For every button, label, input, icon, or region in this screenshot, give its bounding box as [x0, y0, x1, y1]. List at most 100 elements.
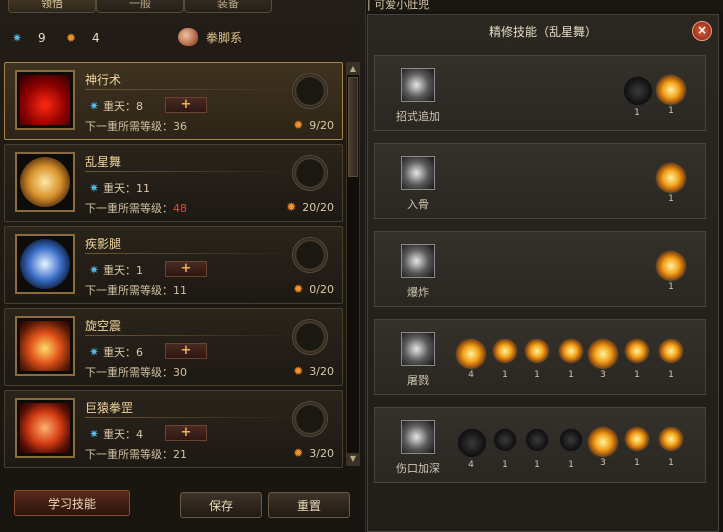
refine-node[interactable]: 1 [623, 340, 651, 380]
skill-name: 疾影腿 [85, 237, 122, 251]
add-level-button[interactable]: + [165, 425, 207, 441]
gold-star-icon [589, 428, 617, 456]
cost-text: 9/20 [309, 119, 334, 132]
refine-skill-icon [401, 156, 435, 190]
skill-slot[interactable] [292, 319, 328, 355]
gold-star-icon [660, 428, 682, 450]
skill-row[interactable]: 旋空震 ✷ 重天：6 + 下一重所需等级：30 ✹ 3/20 [4, 308, 343, 386]
refine-node[interactable]: 1 [557, 340, 585, 380]
refine-node[interactable]: 3 [589, 428, 617, 468]
refine-row: 招式追加 1 1 [374, 55, 706, 131]
tab-equipment[interactable]: 装备 [184, 0, 272, 13]
add-level-button[interactable]: + [165, 261, 207, 277]
refine-node[interactable]: 1 [657, 164, 685, 204]
refine-skill-icon [401, 244, 435, 278]
skill-style-label: 拳脚系 [206, 31, 243, 45]
refine-row: 爆炸 1 [374, 231, 706, 307]
refine-name: 爆炸 [407, 286, 429, 299]
node-count: 1 [668, 106, 674, 116]
skill-cost: ✹ 0/20 [293, 282, 334, 296]
req-label: 下一重所需等级： [85, 366, 173, 379]
dark-star-icon [525, 428, 549, 452]
star-icon: ✷ [89, 181, 100, 195]
skill-panel: 领悟 一般 装备 ✷ 9 ✹ 4 拳脚系 神行术 ✷ 重天：8 + 下一重所需等级… [0, 0, 366, 532]
save-button[interactable]: 保存 [180, 492, 262, 518]
scroll-down-icon[interactable]: ▼ [347, 453, 359, 465]
refine-node[interactable]: 3 [589, 340, 617, 380]
divider [85, 171, 297, 172]
node-count: 1 [668, 370, 674, 380]
add-level-button[interactable]: + [165, 97, 207, 113]
gold-star-icon [560, 340, 582, 362]
tab-general[interactable]: 一般 [96, 0, 184, 13]
tab-comprehend[interactable]: 领悟 [8, 0, 96, 13]
skill-art-icon [20, 239, 70, 289]
learn-skill-button[interactable]: 学习技能 [14, 490, 130, 516]
refine-skill-icon [401, 68, 435, 102]
gold-star-icon [626, 428, 648, 450]
refine-node[interactable]: 1 [623, 428, 651, 468]
refine-node[interactable]: 1 [657, 340, 685, 380]
skill-level-text: 重天：8 [103, 100, 144, 113]
refine-skill-icon [401, 332, 435, 366]
refine-node[interactable]: 1 [657, 76, 685, 116]
orb-icon: ✹ [66, 31, 77, 45]
gold-star-icon [657, 252, 685, 280]
req-label: 下一重所需等级： [85, 120, 173, 133]
dark-star-icon [457, 428, 487, 458]
refine-node[interactable]: 1 [557, 428, 585, 470]
orb-points: 4 [92, 31, 100, 45]
req-value: 30 [173, 366, 187, 379]
scroll-up-icon[interactable]: ▲ [347, 63, 359, 75]
skill-slot[interactable] [292, 237, 328, 273]
cost-text: 3/20 [309, 365, 334, 378]
scroll-thumb[interactable] [348, 77, 358, 177]
orb-icon: ✹ [293, 364, 304, 378]
gold-star-icon [626, 340, 648, 362]
skill-row[interactable]: 乱星舞 ✷ 重天：11 下一重所需等级：48 ✹ 20/20 [4, 144, 343, 222]
gold-star-icon [657, 164, 685, 192]
refine-skill-icon [401, 420, 435, 454]
gold-star-icon [457, 340, 485, 368]
star-icon: ✷ [89, 427, 100, 441]
refine-node[interactable]: 1 [523, 340, 551, 380]
refine-node[interactable]: 1 [491, 340, 519, 380]
node-count: 1 [568, 460, 574, 470]
skill-row[interactable]: 神行术 ✷ 重天：8 + 下一重所需等级：36 ✹ 9/20 [4, 62, 343, 140]
reset-button[interactable]: 重置 [268, 492, 350, 518]
refine-node[interactable]: 1 [657, 428, 685, 468]
orb-icon: ✹ [286, 200, 297, 214]
next-level-requirement: 下一重所需等级：30 [85, 364, 187, 380]
cost-text: 3/20 [309, 447, 334, 460]
skill-slot[interactable] [292, 155, 328, 191]
close-icon[interactable]: × [692, 21, 712, 41]
req-value: 36 [173, 120, 187, 133]
refine-node[interactable]: 1 [657, 252, 685, 292]
refine-node[interactable]: 1 [491, 428, 519, 470]
refine-node[interactable]: 1 [623, 76, 653, 118]
refine-row: 入骨 1 [374, 143, 706, 219]
skill-name: 旋空震 [85, 319, 122, 333]
skill-row[interactable]: 疾影腿 ✷ 重天：1 + 下一重所需等级：11 ✹ 0/20 [4, 226, 343, 304]
refine-node[interactable]: 1 [523, 428, 551, 470]
refine-panel: 精修技能（乱星舞） × 招式追加 1 1 入骨 1 爆炸 1 屠戮 4 1 1 [367, 14, 719, 532]
node-count: 1 [502, 370, 508, 380]
node-count: 1 [634, 458, 640, 468]
skill-level-text: 重天：4 [103, 428, 144, 441]
skill-slot[interactable] [292, 73, 328, 109]
skill-cost: ✹ 9/20 [293, 118, 334, 132]
req-value: 48 [173, 202, 187, 215]
skill-row[interactable]: 巨猿拳罡 ✷ 重天：4 + 下一重所需等级：21 ✹ 3/20 [4, 390, 343, 468]
node-count: 3 [600, 370, 606, 380]
node-count: 1 [534, 460, 540, 470]
req-label: 下一重所需等级： [85, 448, 173, 461]
add-level-button[interactable]: + [165, 343, 207, 359]
skill-slot[interactable] [292, 401, 328, 437]
scrollbar[interactable]: ▲ ▼ [346, 62, 360, 466]
refine-node[interactable]: 4 [457, 340, 485, 380]
refine-node[interactable]: 4 [457, 428, 487, 470]
refine-name: 招式追加 [396, 110, 440, 123]
node-count: 1 [668, 194, 674, 204]
skill-cost: ✹ 3/20 [293, 446, 334, 460]
skill-cost: ✹ 3/20 [293, 364, 334, 378]
